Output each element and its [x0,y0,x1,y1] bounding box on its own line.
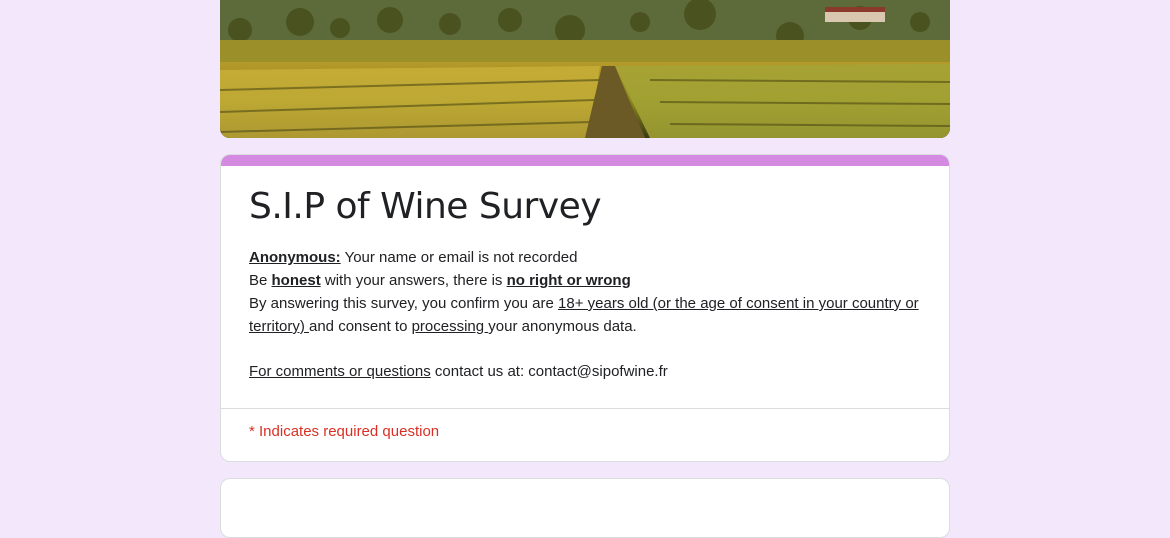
form-title: S.I.P of Wine Survey [249,186,602,227]
description-line-consent: By answering this survey, you confirm yo… [249,295,919,335]
description-line-honest: Be honest with your answers, there is no… [249,272,631,289]
header-banner-image [220,0,950,138]
card-divider [221,408,949,409]
vineyard-image [220,0,950,138]
description-line-contact: For comments or questions contact us at:… [249,363,668,380]
required-question-note: * Indicates required question [249,423,440,440]
form-description: Anonymous: Your name or email is not rec… [249,246,921,383]
form-header-card: S.I.P of Wine Survey Anonymous: Your nam… [220,154,950,462]
description-spacer [249,338,921,360]
card-accent-bar [221,155,949,166]
description-line-anonymous: Anonymous: Your name or email is not rec… [249,249,578,266]
question-card[interactable] [220,478,950,538]
